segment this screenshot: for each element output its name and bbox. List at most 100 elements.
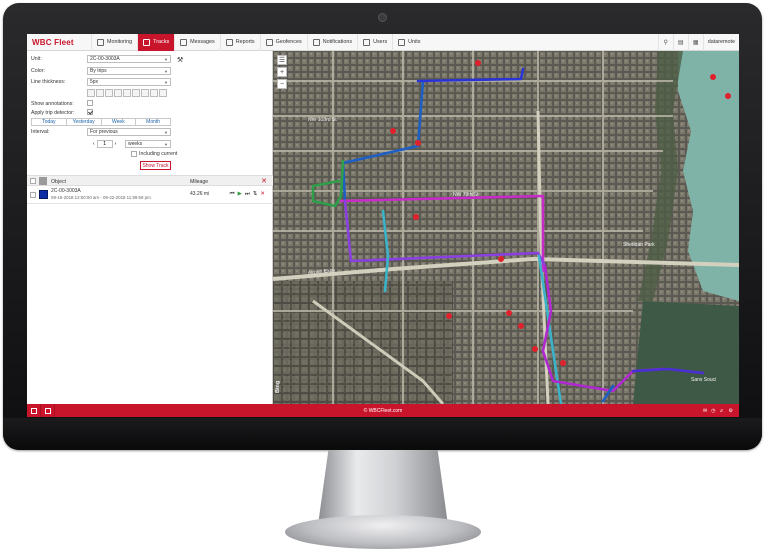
copyright-text: © WBCFleet.com bbox=[363, 408, 403, 414]
track-options-toolbar bbox=[87, 89, 167, 97]
zoom-out-button[interactable]: − bbox=[277, 79, 287, 89]
decrement-icon[interactable]: ‹ bbox=[93, 141, 95, 147]
including-current-checkbox[interactable] bbox=[131, 151, 137, 157]
tab-month[interactable]: Month bbox=[136, 119, 170, 125]
tab-label: Tracks bbox=[153, 39, 170, 45]
track-period: 09-16-2018 12:00:00 am - 09-22-2018 11:5… bbox=[51, 195, 151, 200]
interval-count-input[interactable]: 1 bbox=[96, 140, 113, 148]
color-value: By trips bbox=[90, 68, 107, 74]
option-icon[interactable] bbox=[132, 89, 140, 97]
unit-value: 2C-00-3003A bbox=[90, 56, 120, 62]
thickness-select[interactable]: 5px ▼ bbox=[87, 78, 171, 86]
tracks-panel: Unit: 2C-00-3003A ▼ ⚒ Color: By trips ▼ Li… bbox=[27, 51, 273, 404]
tab-geofences[interactable]: Geofences bbox=[259, 34, 307, 51]
increment-icon[interactable]: › bbox=[115, 141, 117, 147]
show-track-button[interactable]: Show Track bbox=[140, 161, 171, 170]
map-view[interactable]: Airport Expy NW 103rd St NW 79th St Sans… bbox=[273, 51, 739, 404]
app-screen: WBC Fleet Monitoring Tracks Messages Rep… bbox=[27, 34, 739, 417]
annotations-checkbox[interactable] bbox=[87, 100, 93, 106]
interval-label: Interval: bbox=[31, 129, 50, 135]
geofence-icon bbox=[265, 38, 273, 46]
apps-grid-icon[interactable]: ▦ bbox=[687, 34, 703, 51]
track-object-name: 2C-00-3003A bbox=[51, 188, 81, 194]
tab-week[interactable]: Week bbox=[102, 119, 137, 125]
zoom-in-button[interactable]: + bbox=[277, 67, 287, 77]
track-color-swatch[interactable] bbox=[39, 190, 48, 199]
envelope-icon bbox=[180, 38, 188, 46]
option-icon[interactable] bbox=[123, 89, 131, 97]
color-column-icon bbox=[39, 177, 47, 185]
track-mileage: 43.26 mi bbox=[190, 191, 210, 197]
period-tabs: Today Yesterday Week Month bbox=[31, 118, 171, 126]
username: dataremote bbox=[707, 39, 735, 45]
thickness-value: 5px bbox=[90, 79, 99, 85]
app-logo[interactable]: WBC Fleet bbox=[27, 34, 91, 51]
tab-reports[interactable]: Reports bbox=[219, 34, 260, 51]
search-icon[interactable]: ⚲ bbox=[657, 34, 673, 51]
option-icon[interactable] bbox=[114, 89, 122, 97]
tab-label: Geofences bbox=[275, 39, 302, 45]
tab-users[interactable]: Users bbox=[357, 34, 392, 51]
play-icon[interactable]: ▶ bbox=[238, 191, 242, 198]
bell-icon bbox=[312, 38, 320, 46]
trip-detector-checkbox[interactable] bbox=[87, 109, 93, 115]
option-icon[interactable] bbox=[150, 89, 158, 97]
select-all-checkbox[interactable] bbox=[30, 178, 36, 184]
satellite-map: Airport Expy NW 103rd St NW 79th St Sans… bbox=[273, 51, 739, 404]
chart-icon[interactable]: ▤ bbox=[672, 34, 688, 51]
close-icon[interactable]: ✕ bbox=[261, 177, 267, 185]
map-zoom-controls: ☰ + − bbox=[277, 55, 287, 89]
tracks-table-header: Object Mileage ✕ bbox=[27, 175, 273, 186]
option-icon[interactable] bbox=[87, 89, 95, 97]
annotations-label: Show annotations: bbox=[31, 101, 74, 107]
webcam bbox=[378, 13, 387, 22]
thickness-label: Line thickness: bbox=[31, 79, 66, 85]
monitor-chin bbox=[3, 418, 762, 450]
chevron-down-icon: ▼ bbox=[164, 68, 168, 74]
route-icon bbox=[143, 38, 151, 46]
fast-forward-icon[interactable]: ⏭ bbox=[245, 191, 250, 198]
tab-tracks[interactable]: Tracks bbox=[137, 34, 175, 51]
wrench-icon[interactable]: ⚒ bbox=[177, 56, 183, 64]
tab-units[interactable]: Units bbox=[392, 34, 425, 51]
table-row[interactable]: 2C-00-3003A 09-16-2018 12:00:00 am - 09-… bbox=[27, 186, 273, 204]
option-icon[interactable] bbox=[141, 89, 149, 97]
tab-label: Units bbox=[408, 39, 421, 45]
chevron-down-icon: ▼ bbox=[164, 129, 168, 135]
option-icon[interactable] bbox=[159, 89, 167, 97]
option-icon[interactable] bbox=[96, 89, 104, 97]
interval-select[interactable]: For previous ▼ bbox=[87, 128, 171, 136]
unit-label: Unit: bbox=[31, 56, 42, 62]
tab-label: Monitoring bbox=[107, 39, 133, 45]
interval-unit-select[interactable]: weeks ▼ bbox=[125, 140, 171, 148]
column-object: Object bbox=[51, 179, 66, 185]
car-icon bbox=[398, 38, 406, 46]
rewind-icon[interactable]: ⏮ bbox=[230, 191, 235, 198]
including-current-label: Including current bbox=[139, 151, 178, 157]
row-checkbox[interactable] bbox=[30, 192, 36, 198]
top-nav-bar: WBC Fleet Monitoring Tracks Messages Rep… bbox=[27, 34, 739, 51]
user-menu[interactable]: dataremote bbox=[702, 34, 739, 51]
option-icon[interactable] bbox=[105, 89, 113, 97]
export-icon[interactable]: ⇅ bbox=[253, 191, 258, 198]
tab-monitoring[interactable]: Monitoring bbox=[91, 34, 137, 51]
color-select[interactable]: By trips ▼ bbox=[87, 67, 171, 75]
tab-notifications[interactable]: Notifications bbox=[306, 34, 357, 51]
track-controls: ⏮ ▶ ⏭ ⇅ ✕ bbox=[230, 191, 265, 198]
interval-unit-value: weeks bbox=[128, 141, 143, 147]
monitor-stand-neck bbox=[318, 450, 448, 525]
trip-detector-label: Apply trip detector: bbox=[31, 110, 75, 116]
layers-icon[interactable]: ☰ bbox=[277, 55, 287, 65]
unit-select[interactable]: 2C-00-3003A ▼ bbox=[87, 55, 171, 63]
chevron-down-icon: ▼ bbox=[164, 79, 168, 85]
column-mileage: Mileage bbox=[190, 179, 209, 185]
color-label: Color: bbox=[31, 68, 45, 74]
tab-messages[interactable]: Messages bbox=[174, 34, 220, 51]
delete-icon[interactable]: ✕ bbox=[260, 191, 265, 198]
tab-yesterday[interactable]: Yesterday bbox=[67, 119, 102, 125]
tab-today[interactable]: Today bbox=[32, 119, 67, 125]
interval-stepper: ‹ 1 › bbox=[93, 140, 116, 148]
bottom-status-bar: © WBCFleet.com ✉ ◷ ♬ ⚙ bbox=[27, 404, 739, 417]
tab-label: Reports bbox=[235, 39, 255, 45]
interval-value: For previous bbox=[90, 129, 118, 135]
